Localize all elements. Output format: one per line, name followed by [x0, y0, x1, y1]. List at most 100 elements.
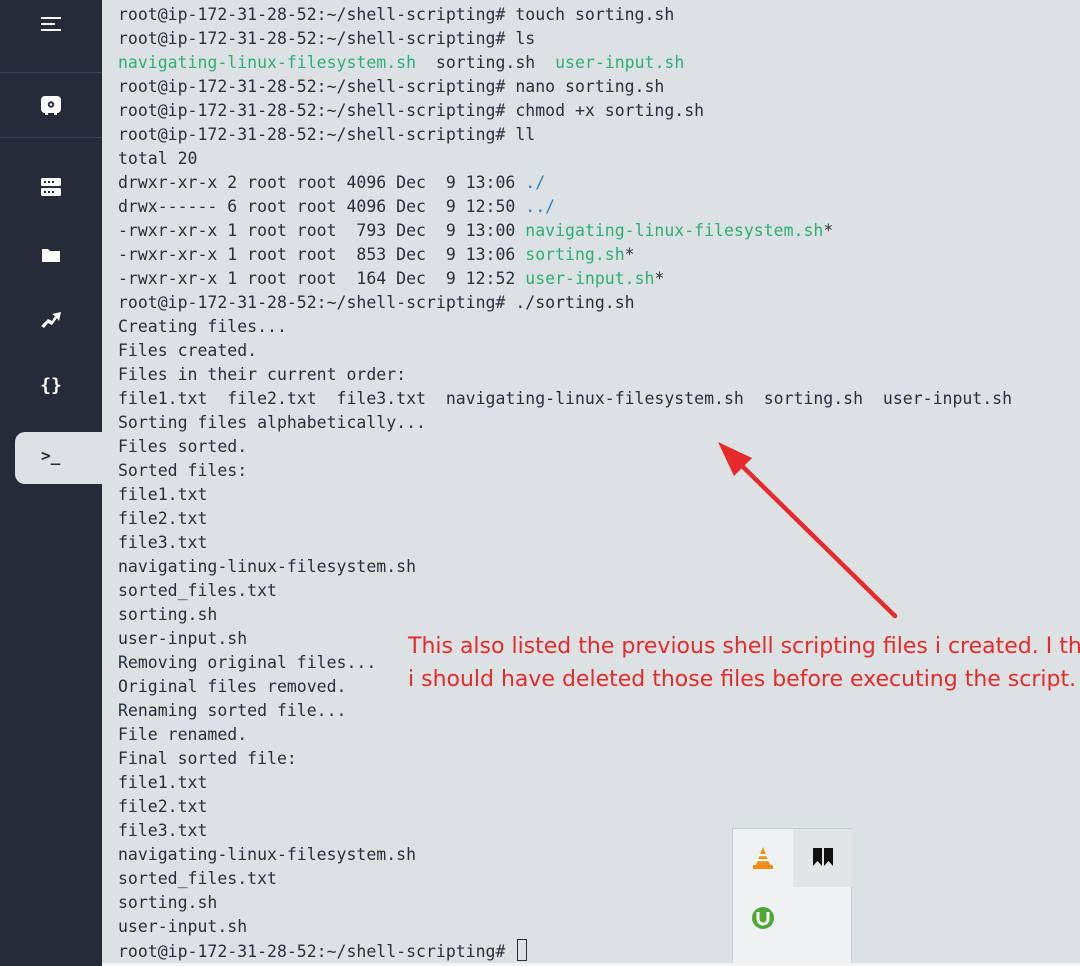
tray-item-utorrent[interactable] — [733, 889, 792, 947]
terminal-line: root@ip-172-31-28-52:~/shell-scripting# … — [118, 291, 1012, 315]
terminal-line: navigating-linux-filesystem.sh sorting.s… — [118, 51, 1012, 75]
ls-entry: user-input.sh — [555, 53, 685, 72]
sidebar-item-lab[interactable] — [0, 88, 102, 122]
file-permissions: -rwxr-xr-x 1 root root 793 Dec 9 13:00 — [118, 221, 526, 240]
server-icon — [41, 178, 61, 196]
sidebar-item-files[interactable] — [0, 240, 102, 270]
output-text: Files in their current order: — [118, 365, 407, 384]
terminal-line: Files sorted. — [118, 435, 1012, 459]
annotation-note: This also listed the previous shell scri… — [408, 630, 1080, 696]
output-text: file1.txt — [118, 773, 208, 792]
sidebar-divider — [0, 137, 102, 138]
lab-settings-icon — [41, 96, 61, 115]
output-text: Files sorted. — [118, 437, 248, 456]
file-permissions: -rwxr-xr-x 1 root root 164 Dec 9 12:52 — [118, 269, 526, 288]
terminal-line: navigating-linux-filesystem.sh — [118, 843, 1012, 867]
file-name: ../ — [525, 197, 556, 216]
terminal-line: file2.txt — [118, 795, 1012, 819]
terminal-line: file3.txt — [118, 531, 1012, 555]
terminal-line: sorting.sh — [118, 891, 1012, 915]
sidebar-item-terminal[interactable]: >_ — [15, 432, 102, 484]
terminal-line: root@ip-172-31-28-52:~/shell-scripting# — [118, 939, 1012, 963]
ls-gap — [535, 53, 555, 72]
folder-icon — [42, 249, 60, 262]
output-text: file3.txt — [118, 821, 208, 840]
menu-button[interactable] — [0, 6, 102, 42]
output-text: file2.txt — [118, 797, 208, 816]
utorrent-icon — [751, 907, 774, 929]
terminal-line: total 20 — [118, 147, 1012, 171]
system-tray-popup — [732, 828, 852, 966]
terminal-line: Files created. — [118, 339, 1012, 363]
command-text: ./sorting.sh — [505, 293, 635, 312]
code-braces-icon: {} — [40, 374, 62, 396]
output-text: sorting.sh — [118, 893, 218, 912]
terminal-line: file1.txt — [118, 771, 1012, 795]
output-text: navigating-linux-filesystem.sh — [118, 845, 417, 864]
terminal-line: Files in their current order: — [118, 363, 1012, 387]
output-text: navigating-linux-filesystem.sh — [118, 557, 417, 576]
terminal-line: Sorted files: — [118, 459, 1012, 483]
file-permissions: drwxr-xr-x 2 root root 4096 Dec 9 13:06 — [118, 173, 526, 192]
ls-entry: sorting.sh — [435, 53, 536, 72]
terminal-pane[interactable]: root@ip-172-31-28-52:~/shell-scripting# … — [102, 0, 1080, 966]
output-text: sorted_files.txt — [118, 581, 277, 600]
exec-marker: * — [654, 269, 665, 288]
tray-item-bookmark[interactable] — [793, 829, 852, 887]
tray-item-vlc[interactable] — [733, 829, 792, 887]
terminal-icon: >_ — [41, 446, 61, 465]
shell-prompt: root@ip-172-31-28-52:~/shell-scripting# — [118, 29, 506, 48]
terminal-line: root@ip-172-31-28-52:~/shell-scripting# … — [118, 99, 1012, 123]
terminal-line: file1.txt — [118, 483, 1012, 507]
shell-prompt: root@ip-172-31-28-52:~/shell-scripting# — [118, 77, 506, 96]
output-text: Removing original files... — [118, 653, 377, 672]
output-text: Renaming sorted file... — [118, 701, 347, 720]
terminal-line: root@ip-172-31-28-52:~/shell-scripting# … — [118, 75, 1012, 99]
terminal-line: user-input.sh — [118, 915, 1012, 939]
screen: {} >_ root@ip-172-31-28-52:~/shell-scrip… — [0, 0, 1080, 966]
vlc-cone-icon — [752, 847, 773, 869]
exec-marker: * — [624, 245, 635, 264]
terminal-output: root@ip-172-31-28-52:~/shell-scripting# … — [118, 3, 1012, 963]
command-text: ls — [505, 29, 536, 48]
exec-marker: * — [823, 221, 834, 240]
sidebar-item-code[interactable]: {} — [0, 370, 102, 400]
command-text — [505, 942, 515, 961]
output-text: sorting.sh — [118, 605, 218, 624]
output-text: File renamed. — [118, 725, 248, 744]
ls-gap — [416, 53, 436, 72]
terminal-line: navigating-linux-filesystem.sh — [118, 555, 1012, 579]
command-text: nano sorting.sh — [505, 77, 665, 96]
sidebar-item-servers[interactable] — [0, 172, 102, 202]
terminal-line: File renamed. — [118, 723, 1012, 747]
annotation-line-2: i should have deleted those files before… — [408, 667, 1077, 692]
terminal-line: -rwxr-xr-x 1 root root 793 Dec 9 13:00 n… — [118, 219, 1012, 243]
sidebar-item-share[interactable] — [0, 305, 102, 335]
file-name: ./ — [525, 173, 546, 192]
file-name: user-input.sh — [525, 269, 655, 288]
output-text: Sorting files alphabetically... — [118, 413, 426, 432]
output-text: total 20 — [118, 149, 198, 168]
terminal-line: sorting.sh — [118, 603, 1012, 627]
file-permissions: -rwxr-xr-x 1 root root 853 Dec 9 13:06 — [118, 245, 526, 264]
terminal-line: file1.txt file2.txt file3.txt navigating… — [118, 387, 1012, 411]
output-text: file2.txt — [118, 509, 208, 528]
sidebar: {} >_ — [0, 0, 102, 966]
terminal-line: Sorting files alphabetically... — [118, 411, 1012, 435]
output-text: Files created. — [118, 341, 258, 360]
terminal-line: Creating files... — [118, 315, 1012, 339]
terminal-line: drwxr-xr-x 2 root root 4096 Dec 9 13:06 … — [118, 171, 1012, 195]
output-text: Creating files... — [118, 317, 287, 336]
shell-prompt: root@ip-172-31-28-52:~/shell-scripting# — [118, 125, 506, 144]
ls-entry: navigating-linux-filesystem.sh — [118, 53, 417, 72]
command-text: touch sorting.sh — [505, 5, 675, 24]
shell-prompt: root@ip-172-31-28-52:~/shell-scripting# — [118, 942, 506, 961]
terminal-line: sorted_files.txt — [118, 867, 1012, 891]
terminal-line: file2.txt — [118, 507, 1012, 531]
terminal-line: -rwxr-xr-x 1 root root 853 Dec 9 13:06 s… — [118, 243, 1012, 267]
output-text: Original files removed. — [118, 677, 347, 696]
terminal-line: root@ip-172-31-28-52:~/shell-scripting# … — [118, 123, 1012, 147]
output-text: file3.txt — [118, 533, 208, 552]
terminal-line: drwx------ 6 root root 4096 Dec 9 12:50 … — [118, 195, 1012, 219]
hamburger-menu-icon — [41, 17, 61, 31]
